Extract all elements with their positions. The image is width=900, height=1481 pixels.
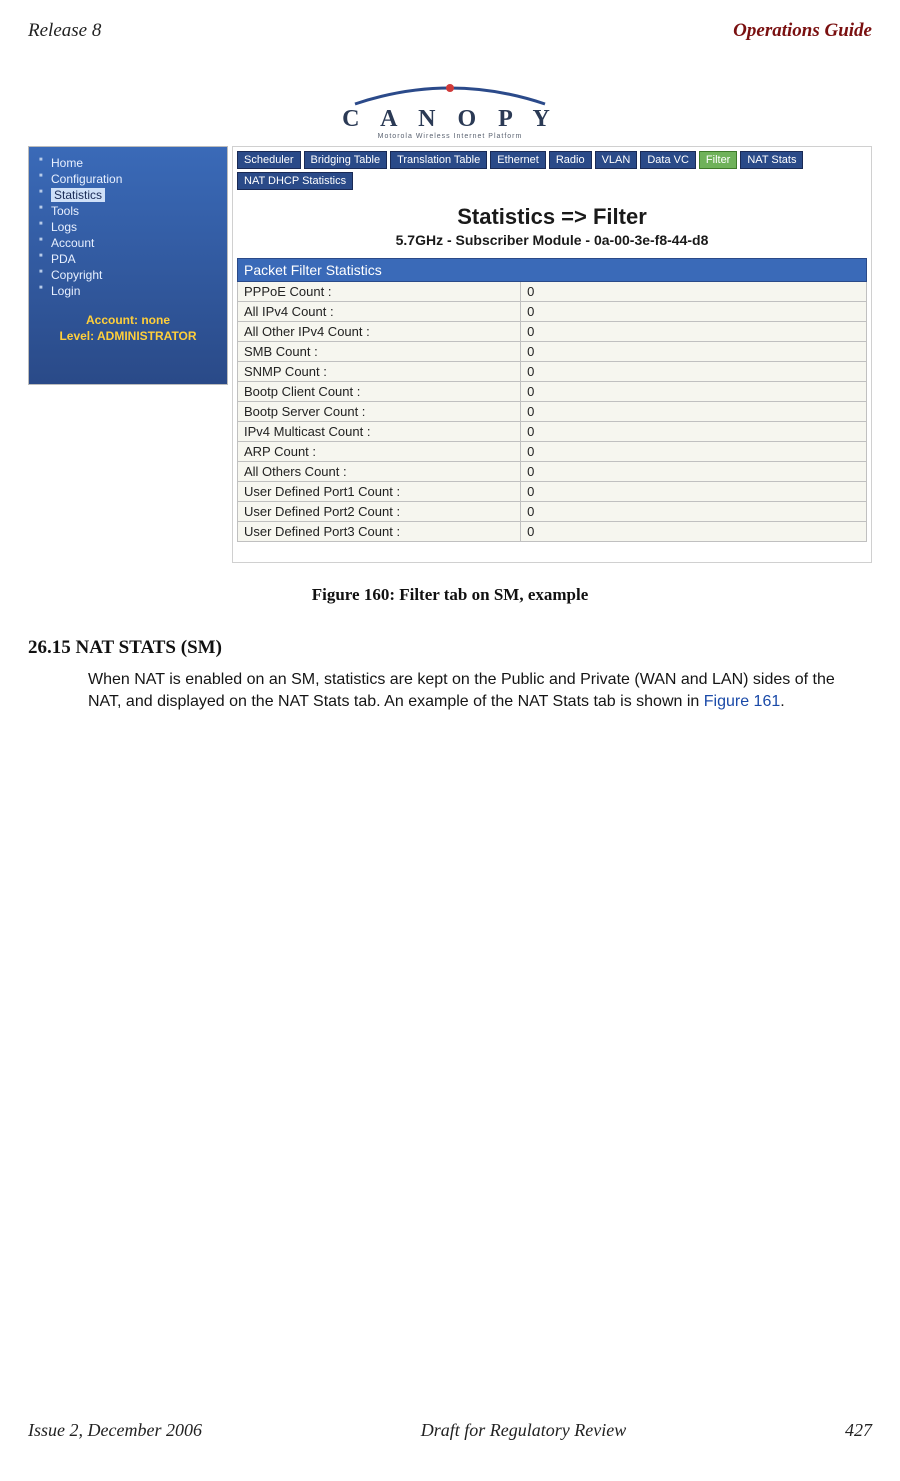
stat-value: 0 (521, 402, 867, 422)
sidebar-item-pda[interactable]: PDA (39, 251, 217, 267)
canopy-logo: C A N O P Y Motorola Wireless Internet P… (340, 70, 560, 140)
stat-value: 0 (521, 422, 867, 442)
tab-bridging-table[interactable]: Bridging Table (304, 151, 388, 169)
swoosh-icon (350, 82, 550, 108)
table-row: ARP Count :0 (238, 442, 867, 462)
stat-value: 0 (521, 282, 867, 302)
sidebar-link[interactable]: Home (51, 156, 83, 170)
sidebar-link[interactable]: Logs (51, 220, 77, 234)
stat-value: 0 (521, 462, 867, 482)
tab-data-vc[interactable]: Data VC (640, 151, 696, 169)
tab-vlan[interactable]: VLAN (595, 151, 638, 169)
account-line1: Account: none (39, 313, 217, 329)
stat-value: 0 (521, 302, 867, 322)
tab-nat-dhcp-statistics[interactable]: NAT DHCP Statistics (237, 172, 353, 190)
tab-ethernet[interactable]: Ethernet (490, 151, 546, 169)
sidebar-item-account[interactable]: Account (39, 235, 217, 251)
table-row: User Defined Port3 Count :0 (238, 522, 867, 542)
doc-footer-center: Draft for Regulatory Review (421, 1420, 626, 1441)
doc-footer-right: 427 (845, 1420, 872, 1441)
stat-label: SMB Count : (238, 342, 521, 362)
page-title: Statistics => Filter (233, 204, 871, 230)
sidebar-item-tools[interactable]: Tools (39, 203, 217, 219)
account-info: Account: none Level: ADMINISTRATOR (39, 313, 217, 344)
stats-table-header: Packet Filter Statistics (238, 259, 867, 282)
tabs-row: SchedulerBridging TableTranslation Table… (233, 147, 871, 196)
stat-value: 0 (521, 502, 867, 522)
table-row: All Other IPv4 Count :0 (238, 322, 867, 342)
sidebar-item-logs[interactable]: Logs (39, 219, 217, 235)
sidebar-item-statistics[interactable]: Statistics (39, 187, 217, 203)
stat-value: 0 (521, 362, 867, 382)
stat-value: 0 (521, 382, 867, 402)
sidebar-link[interactable]: Account (51, 236, 94, 250)
tab-nat-stats[interactable]: NAT Stats (740, 151, 803, 169)
page-subtitle: 5.7GHz - Subscriber Module - 0a-00-3e-f8… (233, 232, 871, 248)
table-row: SMB Count :0 (238, 342, 867, 362)
section-heading: 26.15 NAT STATS (SM) (28, 637, 872, 659)
stat-label: ARP Count : (238, 442, 521, 462)
figure-caption: Figure 160: Filter tab on SM, example (28, 585, 872, 605)
stat-label: User Defined Port2 Count : (238, 502, 521, 522)
logo-text: C A N O P Y (342, 106, 558, 133)
stat-label: Bootp Client Count : (238, 382, 521, 402)
tab-scheduler[interactable]: Scheduler (237, 151, 301, 169)
sidebar-item-home[interactable]: Home (39, 155, 217, 171)
table-row: SNMP Count :0 (238, 362, 867, 382)
stats-table: Packet Filter Statistics PPPoE Count :0A… (237, 258, 867, 542)
section-body: When NAT is enabled on an SM, statistics… (88, 669, 862, 712)
stat-label: PPPoE Count : (238, 282, 521, 302)
screenshot-panel: C A N O P Y Motorola Wireless Internet P… (28, 66, 872, 563)
sidebar: Home Configuration Statistics Tools Logs Acco… (28, 146, 228, 385)
main-panel: SchedulerBridging TableTranslation Table… (232, 146, 872, 563)
table-row: IPv4 Multicast Count :0 (238, 422, 867, 442)
sidebar-item-configuration[interactable]: Configuration (39, 171, 217, 187)
doc-header: Release 8 Operations Guide (28, 20, 872, 42)
table-row: Bootp Client Count :0 (238, 382, 867, 402)
tab-filter[interactable]: Filter (699, 151, 737, 169)
stat-value: 0 (521, 482, 867, 502)
logo-subtext: Motorola Wireless Internet Platform (378, 133, 523, 140)
sidebar-link[interactable]: Tools (51, 204, 79, 218)
sidebar-item-copyright[interactable]: Copyright (39, 267, 217, 283)
table-row: User Defined Port1 Count :0 (238, 482, 867, 502)
stat-label: Bootp Server Count : (238, 402, 521, 422)
stat-label: All IPv4 Count : (238, 302, 521, 322)
table-row: PPPoE Count :0 (238, 282, 867, 302)
sidebar-link[interactable]: Copyright (51, 268, 102, 282)
table-row: All Others Count :0 (238, 462, 867, 482)
stat-value: 0 (521, 322, 867, 342)
sidebar-link[interactable]: Configuration (51, 172, 122, 186)
tab-radio[interactable]: Radio (549, 151, 592, 169)
table-row: User Defined Port2 Count :0 (238, 502, 867, 522)
tab-translation-table[interactable]: Translation Table (390, 151, 487, 169)
sidebar-link[interactable]: PDA (51, 252, 76, 266)
stat-label: All Others Count : (238, 462, 521, 482)
doc-header-right: Operations Guide (733, 20, 872, 42)
stat-value: 0 (521, 442, 867, 462)
doc-footer-left: Issue 2, December 2006 (28, 1420, 202, 1441)
stat-label: SNMP Count : (238, 362, 521, 382)
stat-label: All Other IPv4 Count : (238, 322, 521, 342)
stat-label: User Defined Port3 Count : (238, 522, 521, 542)
figure-xref[interactable]: Figure 161 (704, 693, 781, 710)
table-row: All IPv4 Count :0 (238, 302, 867, 322)
doc-footer: Issue 2, December 2006 Draft for Regulat… (28, 1420, 872, 1441)
section-body-post: . (780, 693, 784, 710)
doc-header-left: Release 8 (28, 20, 101, 42)
stat-label: IPv4 Multicast Count : (238, 422, 521, 442)
table-row: Bootp Server Count :0 (238, 402, 867, 422)
sidebar-link[interactable]: Login (51, 284, 80, 298)
account-line2: Level: ADMINISTRATOR (39, 329, 217, 345)
stat-label: User Defined Port1 Count : (238, 482, 521, 502)
stat-value: 0 (521, 522, 867, 542)
sidebar-link[interactable]: Statistics (51, 188, 105, 202)
sidebar-item-login[interactable]: Login (39, 283, 217, 299)
stat-value: 0 (521, 342, 867, 362)
